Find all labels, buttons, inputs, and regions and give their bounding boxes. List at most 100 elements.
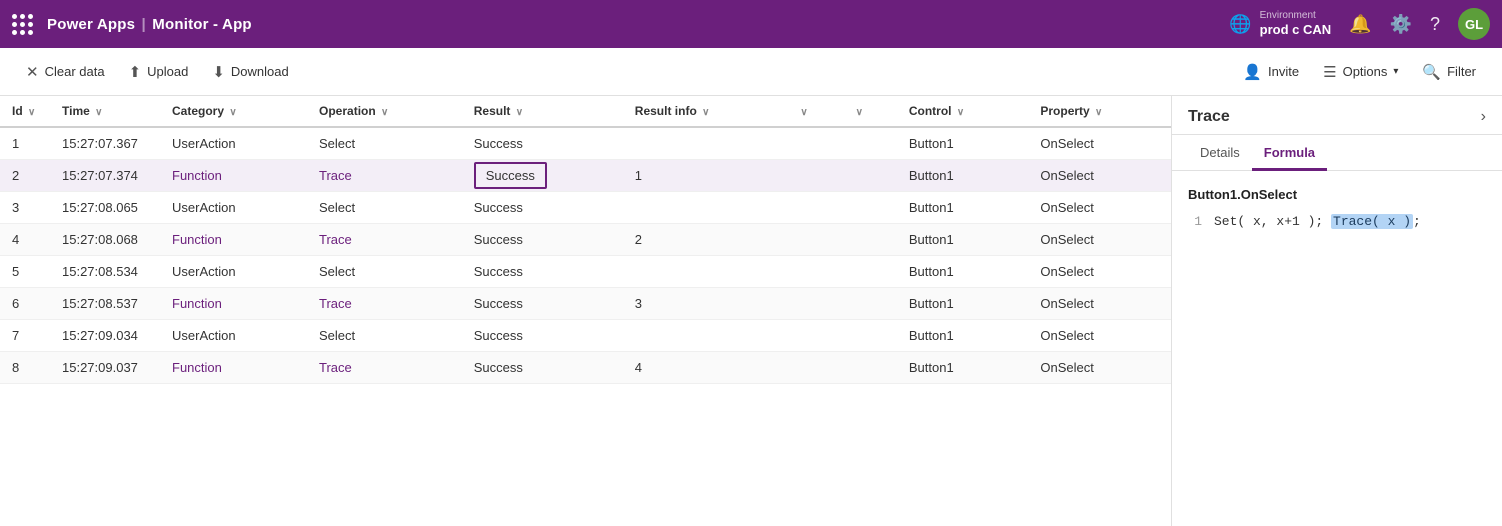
table-row[interactable]: 615:27:08.537FunctionTraceSuccess3 Button…: [0, 288, 1171, 320]
cell-col8[interactable]: [842, 127, 897, 160]
cell-id[interactable]: 4: [0, 224, 50, 256]
cell-category[interactable]: UserAction: [160, 192, 307, 224]
cell-operation[interactable]: Trace: [307, 160, 462, 192]
col-extra1[interactable]: ∨: [786, 96, 841, 127]
cell-category[interactable]: Function: [160, 352, 307, 384]
cell-col7[interactable]: [786, 352, 841, 384]
help-icon[interactable]: ?: [1430, 14, 1440, 35]
cell-property[interactable]: OnSelect: [1028, 320, 1171, 352]
cell-time[interactable]: 15:27:08.537: [50, 288, 160, 320]
cell-result-info[interactable]: [623, 256, 787, 288]
cell-col8[interactable]: [842, 288, 897, 320]
table-row[interactable]: 315:27:08.065UserActionSelectSuccessButt…: [0, 192, 1171, 224]
clear-data-button[interactable]: ✕ Clear data: [16, 57, 115, 87]
cell-time[interactable]: 15:27:09.034: [50, 320, 160, 352]
cell-time[interactable]: 15:27:08.534: [50, 256, 160, 288]
cell-id[interactable]: 1: [0, 127, 50, 160]
cell-result-info[interactable]: 1: [623, 160, 787, 192]
download-button[interactable]: ⬇ Download: [202, 57, 298, 87]
cell-col8[interactable]: [842, 224, 897, 256]
cell-result-info[interactable]: [623, 320, 787, 352]
col-time[interactable]: Time ∨: [50, 96, 160, 127]
cell-col7[interactable]: [786, 256, 841, 288]
cell-category[interactable]: Function: [160, 288, 307, 320]
cell-col7[interactable]: [786, 224, 841, 256]
cell-id[interactable]: 7: [0, 320, 50, 352]
cell-result[interactable]: Success: [462, 352, 623, 384]
environment-block[interactable]: 🌐 Environment prod c CAN: [1229, 10, 1331, 38]
cell-result-info[interactable]: 2: [623, 224, 787, 256]
cell-category[interactable]: UserAction: [160, 256, 307, 288]
cell-time[interactable]: 15:27:09.037: [50, 352, 160, 384]
cell-property[interactable]: OnSelect: [1028, 288, 1171, 320]
cell-result-info[interactable]: [623, 127, 787, 160]
cell-category[interactable]: UserAction: [160, 320, 307, 352]
user-avatar[interactable]: GL: [1458, 8, 1490, 40]
app-grid-icon[interactable]: [12, 14, 33, 35]
settings-icon[interactable]: ⚙️: [1390, 14, 1412, 35]
cell-category[interactable]: UserAction: [160, 127, 307, 160]
invite-button[interactable]: 👤 Invite: [1233, 57, 1309, 87]
cell-control[interactable]: Button1: [897, 224, 1029, 256]
cell-operation[interactable]: Trace: [307, 352, 462, 384]
cell-result-info[interactable]: 3: [623, 288, 787, 320]
cell-result[interactable]: Success: [462, 288, 623, 320]
cell-col8[interactable]: [842, 320, 897, 352]
col-extra2[interactable]: ∨: [842, 96, 897, 127]
col-result-info[interactable]: Result info ∨: [623, 96, 787, 127]
cell-operation[interactable]: Select: [307, 192, 462, 224]
cell-result[interactable]: Success: [462, 127, 623, 160]
cell-col7[interactable]: [786, 127, 841, 160]
cell-col7[interactable]: [786, 320, 841, 352]
cell-property[interactable]: OnSelect: [1028, 160, 1171, 192]
table-row[interactable]: 715:27:09.034UserActionSelectSuccessButt…: [0, 320, 1171, 352]
cell-time[interactable]: 15:27:08.068: [50, 224, 160, 256]
cell-col7[interactable]: [786, 288, 841, 320]
cell-time[interactable]: 15:27:08.065: [50, 192, 160, 224]
cell-operation[interactable]: Select: [307, 320, 462, 352]
cell-result[interactable]: Success: [462, 256, 623, 288]
col-property[interactable]: Property ∨: [1028, 96, 1171, 127]
table-row[interactable]: 515:27:08.534UserActionSelectSuccess Butt…: [0, 256, 1171, 288]
cell-property[interactable]: OnSelect: [1028, 256, 1171, 288]
table-row[interactable]: 115:27:07.367UserActionSelectSuccess Butt…: [0, 127, 1171, 160]
cell-control[interactable]: Button1: [897, 127, 1029, 160]
cell-operation[interactable]: Trace: [307, 288, 462, 320]
cell-col7[interactable]: [786, 192, 841, 224]
cell-id[interactable]: 8: [0, 352, 50, 384]
cell-id[interactable]: 5: [0, 256, 50, 288]
cell-id[interactable]: 6: [0, 288, 50, 320]
cell-control[interactable]: Button1: [897, 160, 1029, 192]
cell-control[interactable]: Button1: [897, 320, 1029, 352]
table-row[interactable]: 815:27:09.037FunctionTraceSuccess4 Button…: [0, 352, 1171, 384]
cell-category[interactable]: Function: [160, 160, 307, 192]
cell-result-info[interactable]: 4: [623, 352, 787, 384]
cell-operation[interactable]: Trace: [307, 224, 462, 256]
col-id[interactable]: Id ∨: [0, 96, 50, 127]
cell-result[interactable]: Success: [462, 192, 623, 224]
cell-col8[interactable]: [842, 192, 897, 224]
cell-result-info[interactable]: [623, 192, 787, 224]
cell-operation[interactable]: Select: [307, 127, 462, 160]
col-control[interactable]: Control ∨: [897, 96, 1029, 127]
cell-control[interactable]: Button1: [897, 352, 1029, 384]
filter-button[interactable]: 🔍 Filter: [1412, 57, 1486, 87]
cell-property[interactable]: OnSelect: [1028, 224, 1171, 256]
cell-operation[interactable]: Select: [307, 256, 462, 288]
cell-time[interactable]: 15:27:07.367: [50, 127, 160, 160]
cell-control[interactable]: Button1: [897, 192, 1029, 224]
cell-control[interactable]: Button1: [897, 256, 1029, 288]
col-operation[interactable]: Operation ∨: [307, 96, 462, 127]
cell-control[interactable]: Button1: [897, 288, 1029, 320]
panel-chevron-icon[interactable]: ›: [1481, 108, 1486, 126]
table-row[interactable]: 415:27:08.068FunctionTraceSuccess2Button…: [0, 224, 1171, 256]
col-category[interactable]: Category ∨: [160, 96, 307, 127]
tab-formula[interactable]: Formula: [1252, 135, 1327, 171]
cell-col8[interactable]: [842, 256, 897, 288]
upload-button[interactable]: ⬆ Upload: [119, 57, 199, 87]
cell-category[interactable]: Function: [160, 224, 307, 256]
cell-property[interactable]: OnSelect: [1028, 127, 1171, 160]
tab-details[interactable]: Details: [1188, 135, 1252, 171]
cell-col7[interactable]: [786, 160, 841, 192]
cell-property[interactable]: OnSelect: [1028, 192, 1171, 224]
